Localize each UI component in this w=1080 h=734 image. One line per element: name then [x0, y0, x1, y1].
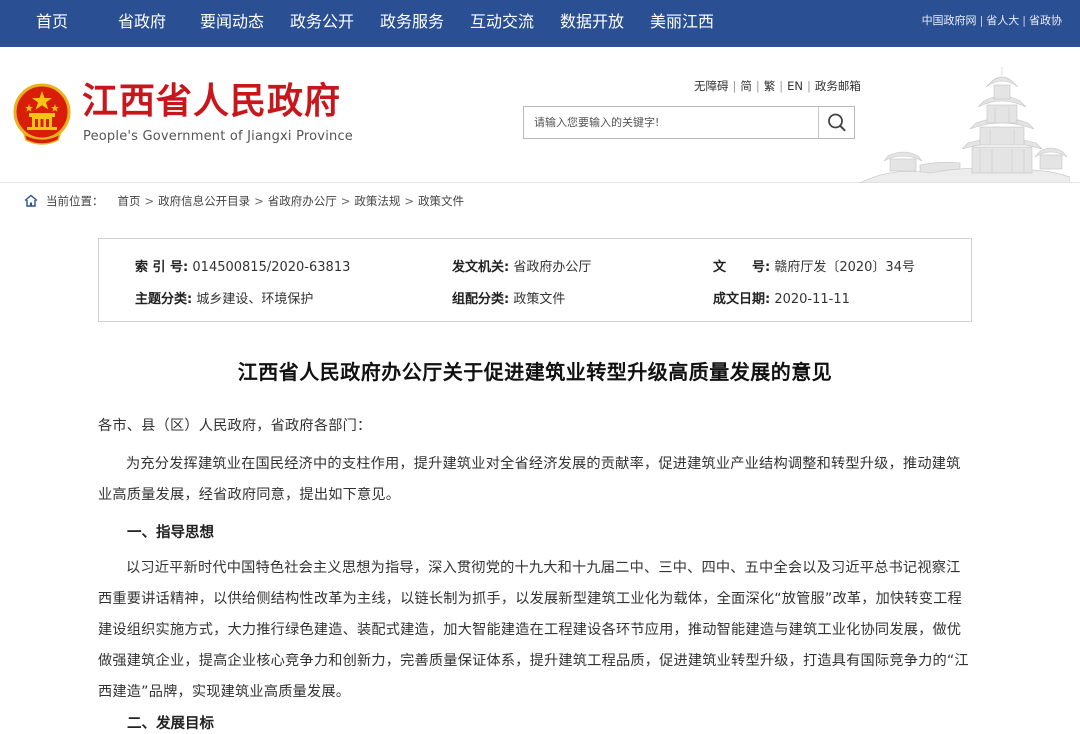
info-value: 城乡建设、环境保护	[196, 292, 314, 307]
nav-item-interaction[interactable]: 互动交流	[470, 0, 534, 47]
breadcrumb-disclosure-catalog[interactable]: 政府信息公开目录	[158, 194, 250, 208]
nav-item-government-affairs-disclosure[interactable]: 政务公开	[290, 0, 354, 47]
external-links: 中国政府网 | 省人大 | 省政协	[922, 0, 1062, 44]
breadcrumb: 当前位置： 首页 > 政府信息公开目录 > 省政府办公厅 > 政策法规 > 政策文件	[24, 193, 464, 209]
utility-links: 无障碍 | 简 | 繁 | EN | 政务邮箱	[694, 78, 861, 94]
separator: |	[1022, 14, 1026, 27]
breadcrumb-policy-documents[interactable]: 政策文件	[418, 194, 464, 208]
info-value: 2020-11-11	[774, 292, 850, 307]
info-value: 014500815/2020-63813	[192, 260, 351, 275]
site-subtitle: People's Government of Jiangxi Province	[83, 129, 353, 144]
link-china-government[interactable]: 中国政府网	[922, 14, 977, 27]
info-value: 赣府厅发〔2020〕34号	[774, 260, 915, 275]
separator: |	[807, 79, 811, 93]
article-intro-paragraph: 为充分发挥建筑业在国民经济中的支柱作用，提升建筑业对全省经济发展的贡献率，促进建…	[98, 456, 961, 503]
home-icon	[24, 194, 38, 207]
info-label: 发文机关:	[452, 260, 510, 275]
breadcrumb-label: 当前位置：	[46, 194, 104, 208]
info-assembly-category: 组配分类: 政策文件	[452, 288, 565, 307]
link-accessibility[interactable]: 无障碍	[694, 79, 729, 93]
info-value: 省政府办公厅	[513, 260, 592, 275]
section-heading-development-goals: 二、发展目标	[127, 716, 214, 732]
link-traditional-chinese[interactable]: 繁	[764, 79, 776, 93]
info-written-date: 成文日期: 2020-11-11	[713, 288, 850, 307]
nav-item-beautiful-jiangxi[interactable]: 美丽江西	[650, 0, 714, 47]
breadcrumb-policies[interactable]: 政策法规	[354, 194, 400, 208]
info-issuing-authority: 发文机关: 省政府办公厅	[452, 256, 591, 275]
nav-item-home[interactable]: 首页	[36, 0, 68, 47]
breadcrumb-separator: >	[254, 194, 264, 208]
separator: |	[779, 79, 784, 93]
breadcrumb-separator: >	[404, 194, 415, 208]
breadcrumb-separator: >	[144, 194, 155, 208]
nav-item-government-services[interactable]: 政务服务	[380, 0, 444, 47]
article-section1-paragraph: 以习近平新时代中国特色社会主义思想为指导，深入贯彻党的十九大和十九届二中、三中、…	[98, 560, 969, 700]
info-label: 索 引 号:	[135, 260, 189, 275]
link-provincial-cppcc[interactable]: 省政协	[1029, 14, 1062, 27]
separator: |	[979, 14, 984, 27]
pavilion-illustration	[860, 67, 1070, 183]
search-input[interactable]	[524, 107, 817, 138]
info-value: 政策文件	[513, 292, 566, 307]
info-label: 组配分类:	[452, 292, 510, 307]
info-index-number: 索 引 号: 014500815/2020-63813	[135, 256, 350, 275]
site-title: 江西省人民政府	[82, 81, 342, 122]
info-label: 成文日期:	[713, 292, 771, 307]
article-greeting: 各市、县（区）人民政府，省政府各部门：	[98, 418, 372, 434]
breadcrumb-general-office[interactable]: 省政府办公厅	[268, 194, 337, 208]
national-emblem-icon	[13, 83, 71, 145]
top-navigation-bar: 首页 省政府 要闻动态 政务公开 政务服务 互动交流 数据开放 美丽江西 中国政…	[0, 0, 1080, 47]
link-provincial-congress[interactable]: 省人大	[986, 14, 1019, 27]
search-box	[523, 106, 855, 139]
breadcrumb-separator: >	[340, 194, 351, 208]
breadcrumb-home[interactable]: 首页	[118, 194, 141, 208]
search-icon	[828, 113, 846, 132]
info-label: 主题分类:	[135, 292, 193, 307]
link-english[interactable]: EN	[787, 79, 803, 93]
nav-item-news[interactable]: 要闻动态	[200, 0, 264, 47]
link-government-mailbox[interactable]: 政务邮箱	[815, 79, 861, 93]
site-header: 江西省人民政府 People's Government of Jiangxi P…	[0, 47, 1080, 183]
nav-item-provincial-government[interactable]: 省政府	[118, 0, 166, 47]
info-document-number: 文 号: 赣府厅发〔2020〕34号	[713, 256, 915, 275]
info-topic-category: 主题分类: 城乡建设、环境保护	[135, 288, 313, 307]
document-info-box: 索 引 号: 014500815/2020-63813 发文机关: 省政府办公厅…	[98, 238, 972, 322]
info-label: 文 号:	[713, 260, 771, 275]
link-simplified-chinese[interactable]: 简	[740, 79, 752, 93]
nav-item-open-data[interactable]: 数据开放	[560, 0, 624, 47]
separator: |	[755, 79, 760, 93]
separator: |	[732, 79, 737, 93]
article-title: 江西省人民政府办公厅关于促进建筑业转型升级高质量发展的意见	[237, 360, 833, 384]
search-button[interactable]	[818, 107, 854, 138]
section-heading-guiding-ideology: 一、指导思想	[127, 525, 214, 541]
